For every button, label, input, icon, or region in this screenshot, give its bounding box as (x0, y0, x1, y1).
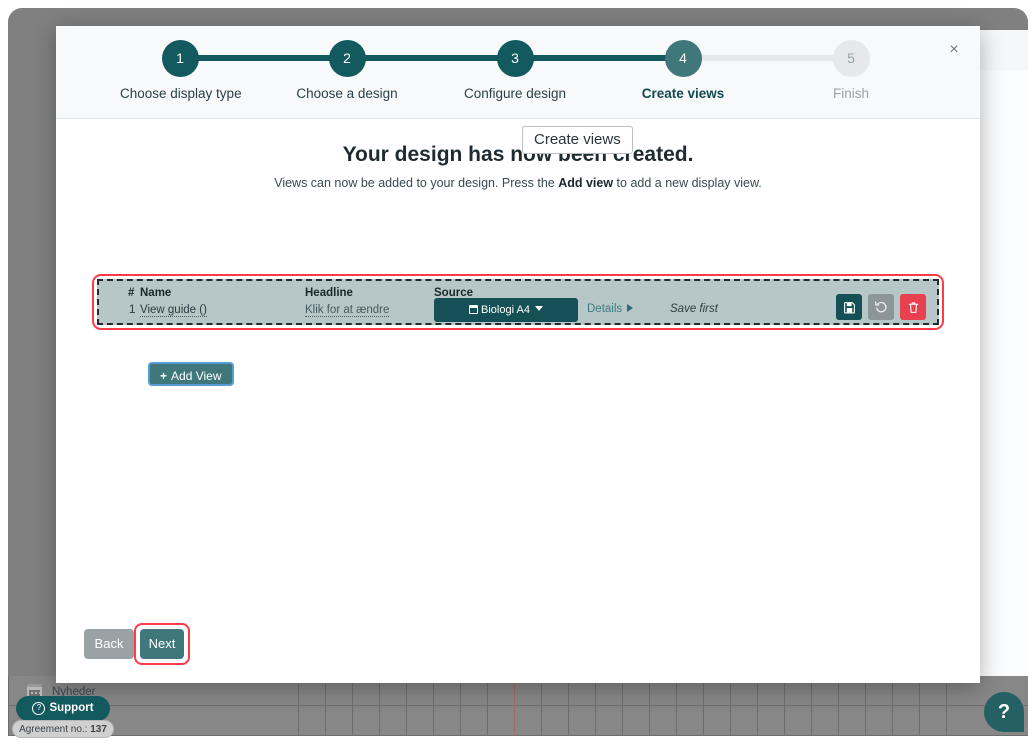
wizard-step-2[interactable]: 2 Choose a design (287, 40, 407, 101)
step-1-number: 1 (161, 40, 199, 77)
calendar-gridline (379, 676, 380, 736)
calendar-gridline (892, 676, 893, 736)
calendar-today-line (514, 676, 515, 736)
row-index: 1 (129, 304, 136, 316)
undo-row-button[interactable] (868, 294, 894, 320)
page-corner-mask-left (0, 0, 9, 9)
calendar-gridline (865, 676, 866, 736)
save-icon (843, 301, 855, 313)
step-5-number: 5 (832, 40, 870, 77)
calendar-gridline (757, 676, 758, 736)
step-connector-3-4 (516, 55, 684, 61)
step-1-label: Choose display type (120, 86, 242, 101)
agreement-badge: Agreement no.: 137 (12, 720, 114, 738)
step-4-label: Create views (641, 86, 725, 101)
calendar-gridline (919, 676, 920, 736)
calendar-gridline (325, 676, 326, 736)
step-2-label: Choose a design (296, 86, 398, 101)
calendar-icon (469, 305, 479, 314)
views-table: # Name Headline Source 1 View guide () K… (97, 279, 939, 325)
calendar-gridline (298, 676, 299, 736)
page-title: Your design has now been created. (342, 143, 694, 166)
calendar-gridline (622, 676, 623, 736)
calendar-gridline (784, 676, 785, 736)
source-dropdown-label: Biologi A4 (481, 304, 530, 316)
chevron-right-icon (627, 304, 634, 312)
save-row-button[interactable] (836, 294, 862, 320)
support-button[interactable]: ? Support (16, 696, 110, 721)
add-view-label: Add View (171, 369, 222, 383)
agreement-number: 137 (90, 724, 107, 735)
row-action-group (836, 294, 926, 320)
undo-icon (875, 301, 887, 313)
calendar-gridline (595, 676, 596, 736)
add-view-button[interactable]: + Add View (148, 362, 234, 386)
step-2-number: 2 (328, 40, 366, 77)
wizard-step-3[interactable]: 3 Configure design (455, 40, 575, 101)
subtitle-text-before: Views can now be added to your design. P… (274, 176, 559, 190)
trash-icon (908, 301, 918, 313)
details-label: Details (587, 303, 623, 315)
column-header-index: # (128, 287, 135, 299)
wizard-stepper: 1 Choose display type 2 Choose a design … (56, 26, 980, 118)
calendar-gridline (838, 676, 839, 736)
calendar-gridline (649, 676, 650, 736)
chevron-down-icon (534, 306, 543, 311)
wizard-step-1[interactable]: 1 Choose display type (120, 40, 242, 101)
step-3-number: 3 (496, 40, 534, 77)
calendar-gridline (487, 676, 488, 736)
wizard-body: Your design has now been created. Views … (56, 119, 980, 619)
calendar-gridline (352, 676, 353, 736)
step-connector-1-2 (180, 55, 346, 61)
calendar-gridline (8, 676, 9, 736)
wizard-step-4[interactable]: 4 Create views (623, 40, 743, 101)
step-3-label: Configure design (463, 86, 567, 101)
calendar-gridline (460, 676, 461, 736)
views-table-highlight: # Name Headline Source 1 View guide () K… (92, 274, 944, 330)
row-status-text: Save first (670, 303, 718, 315)
help-button[interactable]: ? (984, 692, 1024, 732)
support-label: Support (49, 702, 94, 714)
background-calendar-grid: Nyheder Reg 2 (8, 676, 1028, 736)
step-5-label: Finish (832, 86, 869, 101)
wizard-footer: Back Next (56, 619, 980, 683)
calendar-gridline (676, 676, 677, 736)
row-name-editable[interactable]: View guide () (140, 304, 207, 317)
plus-icon: + (160, 369, 168, 383)
delete-row-button[interactable] (900, 294, 926, 320)
wizard-modal: 1 Choose display type 2 Choose a design … (56, 26, 980, 683)
step-connector-4-5 (684, 55, 852, 61)
wizard-header: 1 Choose display type 2 Choose a design … (56, 26, 980, 119)
column-header-headline: Headline (305, 287, 353, 299)
calendar-gridline (433, 676, 434, 736)
calendar-row (8, 706, 1028, 736)
agreement-label: Agreement no.: (19, 724, 91, 735)
back-button[interactable]: Back (84, 629, 134, 659)
step-4-number: 4 (664, 40, 702, 77)
calendar-gridline (406, 676, 407, 736)
calendar-gridline (811, 676, 812, 736)
subtitle-text-after: to add a new display view. (613, 176, 762, 190)
close-icon[interactable]: × (944, 40, 964, 60)
calendar-gridline (568, 676, 569, 736)
page-subtitle: Views can now be added to your design. P… (56, 176, 980, 190)
calendar-gridline (730, 676, 731, 736)
screen: Nyheder Reg 2 1 Choose display type 2 Ch… (0, 0, 1036, 744)
next-button[interactable]: Next (140, 629, 184, 659)
page-corner-mask-right (1027, 0, 1036, 9)
step-tooltip: Create views (522, 126, 633, 154)
calendar-gridline (541, 676, 542, 736)
next-button-highlight: Next (134, 623, 190, 665)
subtitle-emphasis: Add view (558, 176, 614, 190)
step-connector-2-3 (346, 55, 516, 61)
source-dropdown-button[interactable]: Biologi A4 (434, 298, 578, 322)
calendar-gridline (703, 676, 704, 736)
question-mark-icon: ? (32, 702, 46, 715)
wizard-step-5[interactable]: 5 Finish (791, 40, 911, 101)
calendar-gridline (946, 676, 947, 736)
row-headline-editable[interactable]: Klik for at ændre (305, 304, 390, 317)
details-link[interactable]: Details (587, 303, 634, 315)
column-header-name: Name (140, 287, 172, 299)
